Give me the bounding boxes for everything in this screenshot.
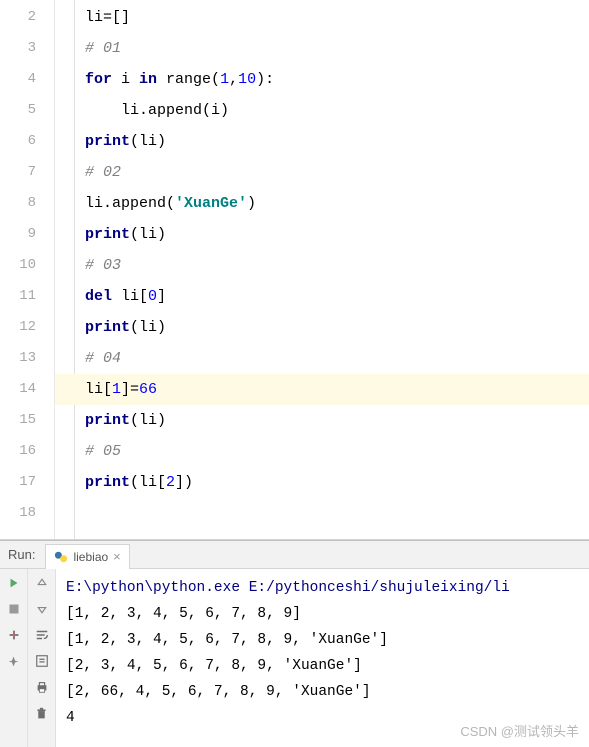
fold-gutter [55,0,75,539]
line-number: 15 [0,405,36,436]
output-line: [1, 2, 3, 4, 5, 6, 7, 8, 9, 'XuanGe'] [66,627,579,653]
print-icon[interactable] [34,679,50,695]
code-line: print(li[2]) [85,467,589,498]
code-line-current: li[1]=66 [55,374,589,405]
run-toolbar-left [0,569,28,747]
watermark: CSDN @测试领头羊 [460,721,579,740]
pin-icon[interactable] [6,653,22,669]
line-number: 9 [0,219,36,250]
code-line: # 03 [85,250,589,281]
output-line: [1, 2, 3, 4, 5, 6, 7, 8, 9] [66,601,579,627]
rerun-icon[interactable] [6,575,22,591]
scroll-to-end-icon[interactable] [34,653,50,669]
code-line: # 05 [85,436,589,467]
line-number: 12 [0,312,36,343]
output-line: E:\python\python.exe E:/pythonceshi/shuj… [66,575,579,601]
line-number: 2 [0,2,36,33]
output-line: [2, 3, 4, 5, 6, 7, 8, 9, 'XuanGe'] [66,653,579,679]
line-number: 3 [0,33,36,64]
line-number: 10 [0,250,36,281]
python-file-icon [54,550,68,564]
code-line: for i in range(1,10): [85,64,589,95]
line-number: 13 [0,343,36,374]
code-line: li=[] [85,2,589,33]
run-label: Run: [8,547,35,562]
line-number: 17 [0,467,36,498]
code-line: # 04 [85,343,589,374]
code-line [85,498,589,529]
line-number: 5 [0,95,36,126]
down-icon[interactable] [34,601,50,617]
code-line: print(li) [85,126,589,157]
line-number: 8 [0,188,36,219]
line-gutter: 2 3 4 5 6 7 8 9 10 11 12 13 14 15 16 17 … [0,0,55,539]
run-tab[interactable]: liebiao × [45,544,129,569]
line-number: 18 [0,498,36,529]
code-editor[interactable]: li=[] # 01 for i in range(1,10): li.appe… [75,0,589,539]
stop-icon[interactable] [6,601,22,617]
line-number: 16 [0,436,36,467]
run-panel: Run: liebiao × E:\python\python.exe E:/p… [0,540,589,747]
line-number: 4 [0,64,36,95]
up-icon[interactable] [34,575,50,591]
tab-label: liebiao [73,550,108,564]
soft-wrap-icon[interactable] [34,627,50,643]
code-line: del li[0] [85,281,589,312]
output-line: [2, 66, 4, 5, 6, 7, 8, 9, 'XuanGe'] [66,679,579,705]
code-line: li.append(i) [85,95,589,126]
line-number: 6 [0,126,36,157]
line-number: 7 [0,157,36,188]
code-line: print(li) [85,312,589,343]
code-line: # 01 [85,33,589,64]
run-header: Run: liebiao × [0,541,589,569]
close-icon[interactable]: × [113,549,121,564]
code-line: # 02 [85,157,589,188]
editor-area: 2 3 4 5 6 7 8 9 10 11 12 13 14 15 16 17 … [0,0,589,540]
trash-icon[interactable] [34,705,50,721]
code-line: print(li) [85,405,589,436]
code-line: li.append('XuanGe') [85,188,589,219]
restart-icon[interactable] [6,627,22,643]
line-number: 11 [0,281,36,312]
code-line: print(li) [85,219,589,250]
line-number: 14 [0,374,36,405]
run-toolbar-right [28,569,56,747]
